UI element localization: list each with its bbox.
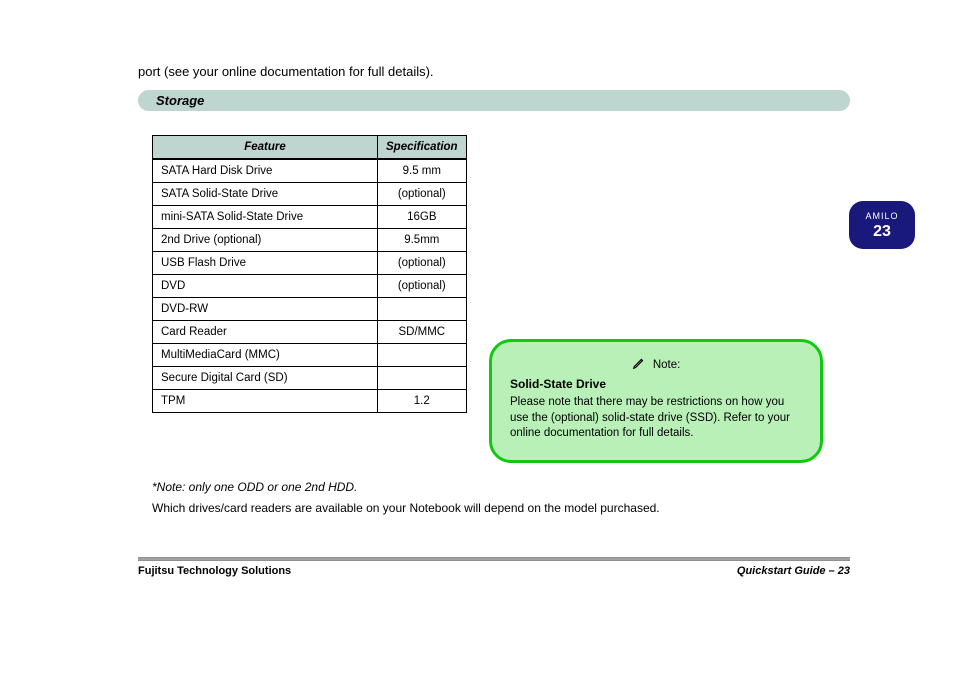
- cell-label: mini-SATA Solid-State Drive: [153, 206, 378, 229]
- table-row: USB Flash Drive(optional): [153, 252, 467, 275]
- cell-label: USB Flash Drive: [153, 252, 378, 275]
- cell-value: [378, 367, 467, 390]
- pencil-icon: [632, 359, 653, 371]
- table-row: DVD-RW: [153, 298, 467, 321]
- table-header-feature: Feature: [153, 136, 378, 160]
- note-callout: Note: Solid-State Drive Please note that…: [489, 339, 823, 463]
- cell-label: SATA Hard Disk Drive: [153, 159, 378, 183]
- lead-text: port (see your online documentation for …: [138, 64, 434, 79]
- table-row: SATA Hard Disk Drive9.5 mm: [153, 159, 467, 183]
- table-header-spec: Specification: [378, 136, 467, 160]
- cell-value: [378, 344, 467, 367]
- cell-value: [378, 298, 467, 321]
- note-body: Please note that there may be restrictio…: [510, 395, 802, 442]
- table-row: TPM1.2: [153, 390, 467, 413]
- page-tab: AMILO 23: [849, 201, 915, 249]
- cell-value: (optional): [378, 183, 467, 206]
- table-subnote: Which drives/card readers are available …: [152, 501, 660, 515]
- table-row: mini-SATA Solid-State Drive16GB: [153, 206, 467, 229]
- page-label: AMILO: [857, 211, 907, 222]
- table-row: SATA Solid-State Drive(optional): [153, 183, 467, 206]
- table-footnote: *Note: only one ODD or one 2nd HDD.: [152, 480, 357, 494]
- cell-label: TPM: [153, 390, 378, 413]
- cell-label: Secure Digital Card (SD): [153, 367, 378, 390]
- cell-label: SATA Solid-State Drive: [153, 183, 378, 206]
- cell-value: (optional): [378, 275, 467, 298]
- storage-table: Feature Specification SATA Hard Disk Dri…: [152, 135, 467, 413]
- table-row: Card ReaderSD/MMC: [153, 321, 467, 344]
- table-row: Secure Digital Card (SD): [153, 367, 467, 390]
- cell-label: DVD-RW: [153, 298, 378, 321]
- table-row: MultiMediaCard (MMC): [153, 344, 467, 367]
- cell-value: 16GB: [378, 206, 467, 229]
- cell-label: Card Reader: [153, 321, 378, 344]
- table-row: DVD(optional): [153, 275, 467, 298]
- footer-company: Fujitsu Technology Solutions: [138, 565, 291, 577]
- cell-value: 1.2: [378, 390, 467, 413]
- note-subtitle: Solid-State Drive: [510, 377, 802, 391]
- cell-value: 9.5mm: [378, 229, 467, 252]
- cell-label: 2nd Drive (optional): [153, 229, 378, 252]
- page-number: 23: [857, 222, 907, 241]
- cell-value: SD/MMC: [378, 321, 467, 344]
- cell-label: DVD: [153, 275, 378, 298]
- section-title: Storage: [138, 90, 850, 111]
- cell-value: (optional): [378, 252, 467, 275]
- note-head-label: Note:: [653, 359, 681, 371]
- cell-value: 9.5 mm: [378, 159, 467, 183]
- cell-label: MultiMediaCard (MMC): [153, 344, 378, 367]
- footer-page: Quickstart Guide – 23: [737, 565, 850, 577]
- table-row: 2nd Drive (optional)9.5mm: [153, 229, 467, 252]
- footer-divider: [138, 557, 850, 561]
